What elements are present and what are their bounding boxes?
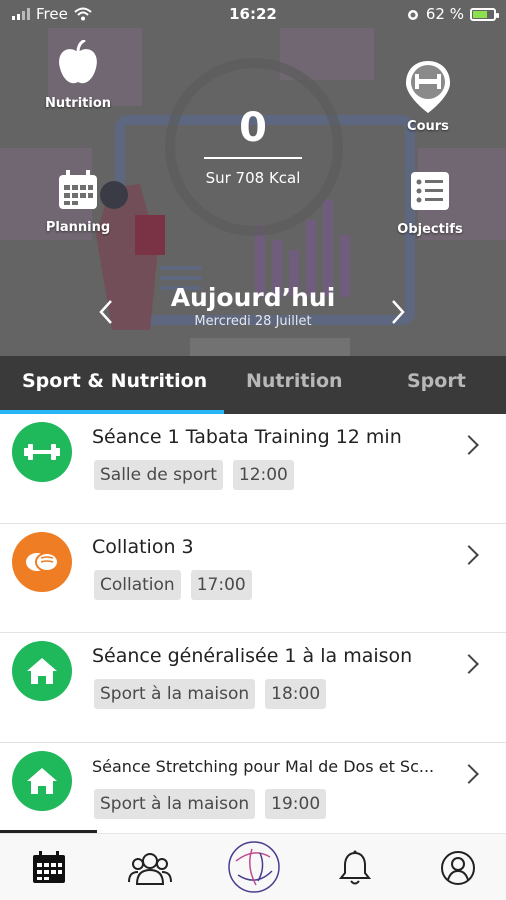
alarm-icon <box>407 10 418 20</box>
item-category: Sport à la maison <box>94 788 256 819</box>
tab-sport[interactable]: Sport <box>407 370 466 392</box>
chevron-right-icon <box>459 654 479 674</box>
nutrition-label: Nutrition <box>44 96 112 111</box>
bottom-navigation <box>0 833 506 900</box>
day-navigation: Aujourd’hui Mercredi 28 Juillet <box>0 283 506 329</box>
list-item[interactable]: Séance 1 Tabata Training 12 min Salle de… <box>0 414 506 524</box>
calorie-value: 0 <box>239 105 267 151</box>
tab-bar: Sport & Nutrition Nutrition Sport <box>0 356 506 414</box>
snack-icon <box>12 531 72 592</box>
item-time: 12:00 <box>232 460 294 490</box>
dumbbell-icon <box>12 422 72 482</box>
planning-shortcut[interactable]: Planning <box>38 170 118 235</box>
tab-sport-nutrition[interactable]: Sport & Nutrition <box>22 370 207 392</box>
item-title: Collation 3 <box>92 535 194 558</box>
status-bar: Free 16:22 62 % <box>0 0 506 30</box>
calendar-icon[interactable] <box>27 846 71 890</box>
battery-percent: 62 % <box>425 5 464 23</box>
bell-icon[interactable] <box>333 846 377 890</box>
profile-icon[interactable] <box>436 846 480 890</box>
dumbbell-pin-icon <box>406 61 450 113</box>
community-icon[interactable] <box>128 846 172 890</box>
list-item[interactable]: Collation 3 Collation 17:00 <box>0 523 506 633</box>
apple-icon <box>59 38 97 84</box>
item-category: Collation <box>94 569 181 600</box>
objectifs-shortcut[interactable]: Objectifs <box>390 170 470 237</box>
app-logo-icon[interactable] <box>226 839 282 895</box>
activity-list: Séance 1 Tabata Training 12 min Salle de… <box>0 414 506 852</box>
hero-header: Free 16:22 62 % Nutrition Cours Planning… <box>0 0 506 356</box>
calorie-target: Sur 708 Kcal <box>205 169 301 187</box>
item-time: 18:00 <box>265 679 327 709</box>
item-category: Sport à la maison <box>94 679 256 709</box>
item-title: Séance 1 Tabata Training 12 min <box>92 426 402 448</box>
calorie-divider <box>204 157 302 159</box>
chevron-left-icon[interactable] <box>98 298 114 333</box>
list-item[interactable]: Séance généralisée 1 à la maison Sport à… <box>0 633 506 743</box>
chevron-right-icon <box>459 763 479 784</box>
planning-label: Planning <box>45 220 111 235</box>
item-category: Salle de sport <box>94 460 223 490</box>
day-title: Aujourd’hui <box>170 283 336 312</box>
nutrition-shortcut[interactable]: Nutrition <box>38 38 118 111</box>
cours-label: Cours <box>407 119 449 134</box>
checklist-icon <box>411 172 449 210</box>
home-icon <box>12 641 72 701</box>
calendar-icon <box>59 170 97 209</box>
home-icon <box>12 750 72 811</box>
battery-icon <box>470 7 499 21</box>
item-title: Séance Stretching pour Mal de Dos et Sc.… <box>92 756 435 776</box>
chevron-right-icon[interactable] <box>390 298 406 333</box>
chevron-right-icon <box>459 544 479 565</box>
objectifs-label: Objectifs <box>397 222 463 237</box>
item-time: 17:00 <box>190 569 252 600</box>
tab-nutrition[interactable]: Nutrition <box>246 370 343 392</box>
item-title: Séance généralisée 1 à la maison <box>92 645 413 667</box>
day-date: Mercredi 28 Juillet <box>194 314 312 329</box>
cours-shortcut[interactable]: Cours <box>388 61 468 134</box>
item-time: 19:00 <box>265 788 327 819</box>
chevron-right-icon <box>459 435 479 455</box>
